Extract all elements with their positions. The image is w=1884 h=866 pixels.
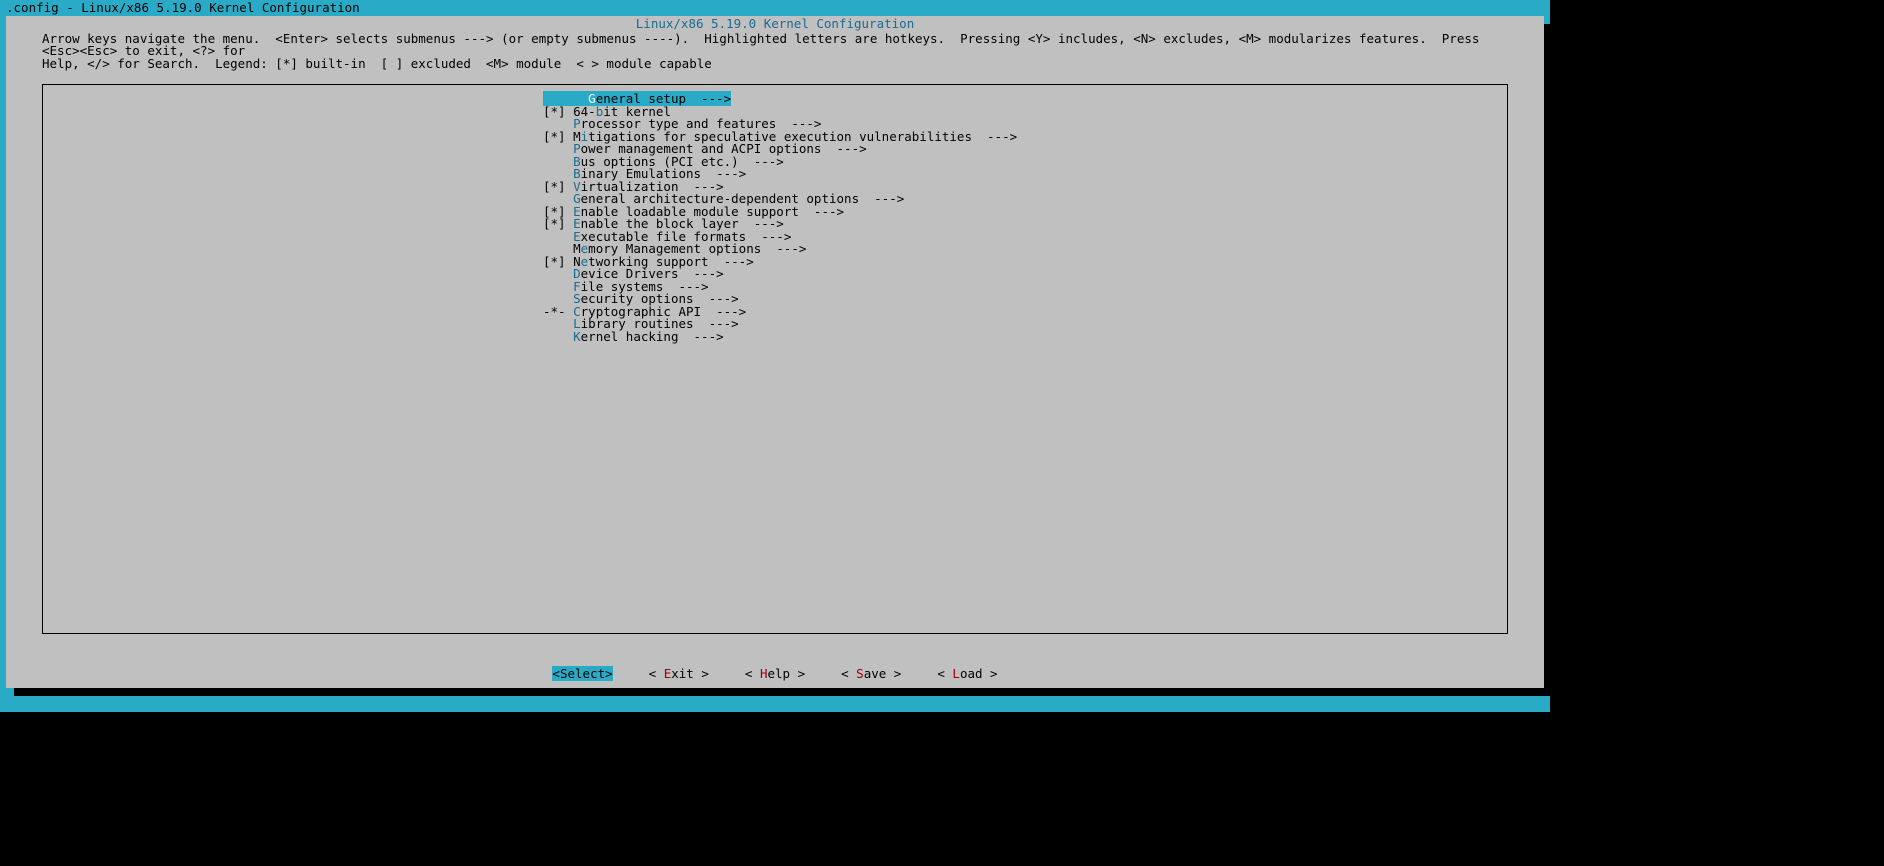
help-line-1: Arrow keys navigate the menu. <Enter> se…	[42, 31, 1487, 59]
button-pre: <	[745, 666, 760, 681]
button-hotkey: S	[856, 666, 864, 681]
button-pre: <	[649, 666, 664, 681]
button-hotkey: L	[952, 666, 960, 681]
window-title-bar: .config - Linux/x86 5.19.0 Kernel Config…	[0, 0, 1550, 16]
button-load[interactable]: < Load >	[937, 666, 997, 681]
dialog-panel: Linux/x86 5.19.0 Kernel Configuration Ar…	[6, 16, 1544, 688]
menu-item-bracket	[543, 329, 573, 344]
help-text: Arrow keys navigate the menu. <Enter> se…	[6, 31, 1544, 75]
menu-item-19[interactable]: Kernel hacking --->	[543, 331, 1017, 344]
button-save[interactable]: < Save >	[841, 666, 901, 681]
button-rest: oad >	[960, 666, 998, 681]
button-rest: elp >	[767, 666, 805, 681]
button-rest: xit >	[671, 666, 709, 681]
menu-item-hotkey: K	[573, 329, 581, 344]
menu-list: General setup --->[*] 64-bit kernel Proc…	[543, 93, 1017, 343]
button-pre: <	[937, 666, 952, 681]
help-line-2: Help, </> for Search. Legend: [*] built-…	[42, 56, 712, 71]
button-rest: ave >	[864, 666, 902, 681]
button-select[interactable]: <Select>	[552, 666, 612, 681]
button-exit[interactable]: < Exit >	[649, 666, 709, 681]
button-pre: <	[841, 666, 856, 681]
menu-box: General setup --->[*] 64-bit kernel Proc…	[42, 84, 1508, 634]
button-help[interactable]: < Help >	[745, 666, 805, 681]
window-title: .config - Linux/x86 5.19.0 Kernel Config…	[6, 0, 360, 15]
terminal-window: .config - Linux/x86 5.19.0 Kernel Config…	[0, 0, 1550, 712]
dialog-title: Linux/x86 5.19.0 Kernel Configuration	[6, 16, 1544, 31]
button-row: <Select>< Exit >< Help >< Save >< Load >	[6, 668, 1544, 681]
menu-item-label: ernel hacking --->	[581, 329, 724, 344]
